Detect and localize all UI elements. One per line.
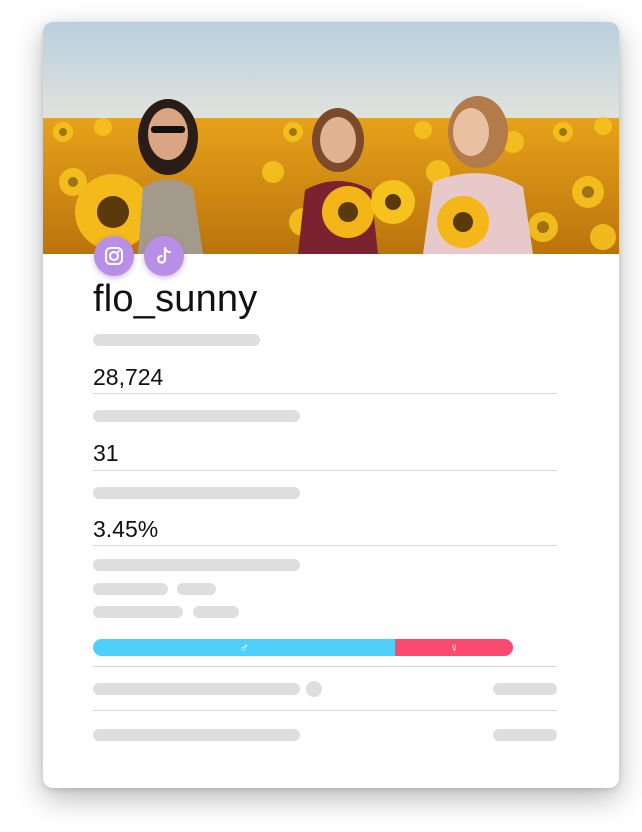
male-symbol: ♂	[239, 640, 250, 655]
metric-dot	[306, 681, 322, 697]
engagement-label-placeholder	[93, 559, 300, 571]
female-symbol: ♀	[449, 640, 460, 655]
male-segment: ♂	[93, 639, 396, 656]
engagement-value: 3.45%	[93, 516, 159, 542]
followers-label-placeholder	[93, 410, 300, 422]
tag-placeholder	[93, 583, 168, 595]
divider	[93, 666, 557, 667]
cover-photo	[43, 22, 619, 254]
username-subtitle-placeholder	[93, 334, 260, 346]
posts-value: 31	[93, 440, 119, 466]
divider	[93, 710, 557, 711]
divider	[93, 470, 557, 471]
divider	[93, 545, 557, 546]
female-segment: ♀	[395, 639, 513, 656]
metric-label-placeholder	[93, 683, 300, 695]
tag-placeholder	[93, 606, 183, 618]
tiktok-icon	[157, 246, 172, 264]
instagram-icon	[105, 247, 123, 265]
profile-username: flo_sunny	[93, 278, 258, 320]
metric-value-placeholder	[493, 683, 557, 695]
influencer-profile-card: flo_sunny 28,724 31 3.45% ♂ ♀	[43, 22, 619, 788]
followers-value: 28,724	[93, 364, 164, 390]
instagram-button[interactable]	[94, 236, 134, 276]
tiktok-button[interactable]	[144, 236, 184, 276]
posts-label-placeholder	[93, 487, 300, 499]
divider	[93, 393, 557, 394]
audience-gender-bar: ♂ ♀	[93, 639, 513, 656]
metric-label-placeholder	[93, 729, 300, 741]
metric-value-placeholder	[493, 729, 557, 741]
tag-placeholder	[193, 606, 239, 618]
tag-placeholder	[177, 583, 216, 595]
